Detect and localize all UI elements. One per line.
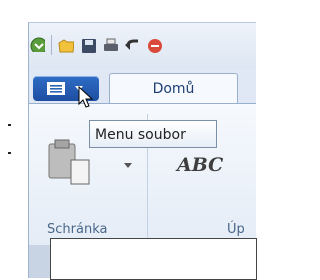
undo-icon[interactable] (124, 37, 140, 53)
app-round-icon[interactable] (29, 36, 45, 52)
ribbon-text-sample[interactable]: ABC (177, 154, 223, 176)
toolbar-separator (51, 35, 52, 55)
quick-access-toolbar (29, 23, 256, 69)
print-icon[interactable] (102, 37, 118, 53)
edge-mark (8, 152, 11, 154)
mouse-cursor-icon (78, 86, 94, 108)
edge-mark (8, 124, 11, 126)
dropdown-arrow-icon[interactable] (123, 160, 133, 170)
group-label-clipboard: Schránka (47, 222, 108, 237)
redo-icon[interactable] (146, 37, 162, 53)
folder-icon[interactable] (58, 37, 74, 53)
tab-home[interactable]: Domů (109, 73, 238, 104)
list-menu-icon (47, 82, 65, 95)
tab-home-label: Domů (152, 81, 195, 97)
group-label-next: Úp (227, 222, 245, 237)
save-icon[interactable] (80, 37, 96, 53)
document-page (50, 238, 257, 280)
file-menu-tooltip: Menu soubor (89, 120, 217, 148)
